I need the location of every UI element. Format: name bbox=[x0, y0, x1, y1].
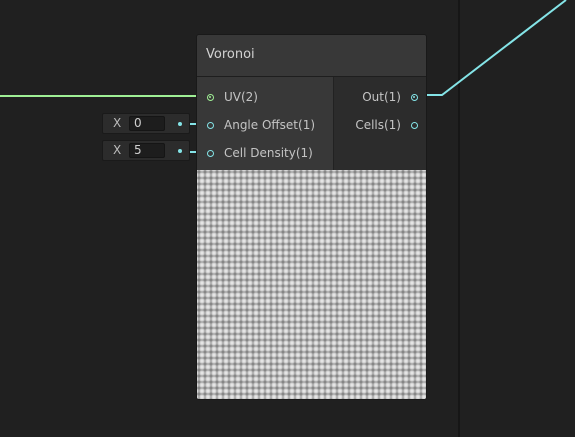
inputs-panel: UV(2) Angle Offset(1) Cell Density(1) bbox=[197, 77, 334, 170]
output-port-cells[interactable]: Cells(1) bbox=[355, 116, 418, 134]
cell-density-field[interactable]: X 5 bbox=[102, 140, 190, 161]
cells-port-icon[interactable] bbox=[411, 121, 418, 129]
output-port-out[interactable]: Out(1) bbox=[362, 88, 418, 106]
uv-port-label: UV(2) bbox=[224, 90, 258, 104]
angle-offset-port-label: Angle Offset(1) bbox=[224, 118, 316, 132]
cell-density-port-label: Cell Density(1) bbox=[224, 146, 313, 160]
out-output-wire bbox=[416, 0, 567, 96]
cell-density-axis-label: X bbox=[113, 143, 122, 157]
node-header[interactable]: Voronoi bbox=[197, 35, 426, 77]
node-title: Voronoi bbox=[206, 47, 255, 62]
cell-density-input[interactable]: 5 bbox=[129, 143, 165, 158]
input-port-cell-density[interactable]: Cell Density(1) bbox=[207, 144, 313, 162]
voronoi-node[interactable]: Voronoi UV(2) Angle Offset(1) Cell Densi… bbox=[196, 34, 427, 400]
angle-offset-field[interactable]: X 0 bbox=[102, 113, 190, 134]
angle-offset-input[interactable]: 0 bbox=[129, 116, 165, 131]
cells-port-label: Cells(1) bbox=[355, 118, 401, 132]
out-port-icon[interactable] bbox=[411, 93, 418, 101]
input-port-uv[interactable]: UV(2) bbox=[207, 88, 258, 106]
node-ports: UV(2) Angle Offset(1) Cell Density(1) Ou… bbox=[197, 77, 426, 170]
angle-offset-connector-dot bbox=[178, 122, 182, 126]
input-port-angle-offset[interactable]: Angle Offset(1) bbox=[207, 116, 315, 134]
voronoi-preview bbox=[197, 170, 426, 399]
cell-density-port-icon[interactable] bbox=[207, 149, 214, 157]
out-port-label: Out(1) bbox=[362, 90, 401, 104]
graph-canvas[interactable]: X 0 X 5 Voronoi UV(2) Angle Offset(1) Ce… bbox=[0, 0, 575, 437]
uv-port-icon[interactable] bbox=[207, 93, 214, 101]
angle-offset-port-icon[interactable] bbox=[207, 121, 214, 129]
cell-density-connector-dot bbox=[178, 149, 182, 153]
outputs-panel: Out(1) Cells(1) bbox=[334, 77, 426, 170]
angle-offset-axis-label: X bbox=[113, 116, 122, 130]
